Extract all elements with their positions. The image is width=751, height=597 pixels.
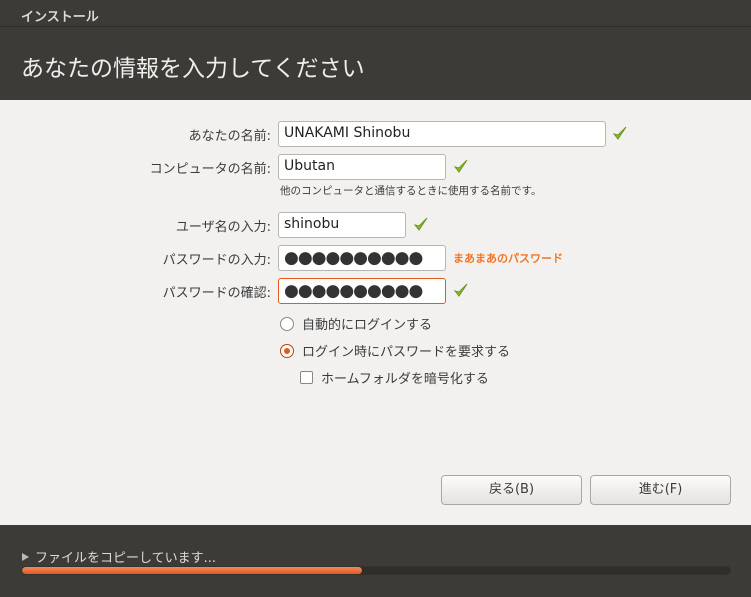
checkbox[interactable]	[300, 371, 313, 384]
radio-button[interactable]	[280, 343, 294, 358]
username-label: ユーザ名の入力:	[175, 220, 271, 235]
password-strength: まあまあのパスワード	[453, 252, 563, 265]
name-input[interactable]: UNAKAMI Shinobu	[278, 121, 606, 147]
encrypt-home-checkbox[interactable]: ホームフォルダを暗号化する	[300, 368, 489, 387]
auto-login-radio[interactable]: 自動的にログインする	[280, 314, 432, 333]
auto-login-label: 自動的にログインする	[302, 318, 433, 333]
confirm-password-input[interactable]: ●●●●●●●●●●	[278, 278, 446, 304]
radio-button[interactable]	[280, 316, 294, 331]
encrypt-home-label: ホームフォルダを暗号化する	[321, 372, 489, 387]
require-password-label: ログイン時にパスワードを要求する	[302, 345, 511, 360]
progress-bar	[21, 566, 731, 575]
expander-triangle-icon[interactable]	[22, 552, 29, 561]
page-title: あなたの情報を入力してください	[21, 56, 365, 82]
back-button[interactable]: 戻る(B)	[441, 475, 582, 505]
check-icon	[413, 217, 428, 231]
check-icon	[453, 283, 468, 297]
progress-fill	[22, 567, 362, 574]
progress-footer: ファイルをコピーしています...	[0, 525, 751, 597]
status-expander[interactable]: ファイルをコピーしています...	[22, 547, 216, 566]
title-bar: インストール	[0, 0, 751, 27]
page-header: あなたの情報を入力してください	[0, 27, 751, 100]
check-icon	[453, 159, 468, 173]
computer-name-hint: 他のコンピュータと通信するときに使用する名前です。	[280, 185, 542, 197]
password-label: パスワードの入力:	[162, 253, 271, 268]
computer-name-label: コンピュータの名前:	[149, 162, 271, 177]
require-password-radio[interactable]: ログイン時にパスワードを要求する	[280, 341, 510, 360]
computer-name-input[interactable]: Ubutan	[278, 154, 446, 180]
name-label: あなたの名前:	[188, 129, 271, 144]
window-title: インストール	[21, 10, 99, 25]
status-text: ファイルをコピーしています...	[35, 551, 217, 566]
password-input[interactable]: ●●●●●●●●●●	[278, 245, 446, 271]
username-input[interactable]: shinobu	[278, 212, 406, 238]
check-icon	[612, 126, 627, 140]
forward-button[interactable]: 進む(F)	[590, 475, 731, 505]
confirm-password-label: パスワードの確認:	[162, 286, 271, 301]
